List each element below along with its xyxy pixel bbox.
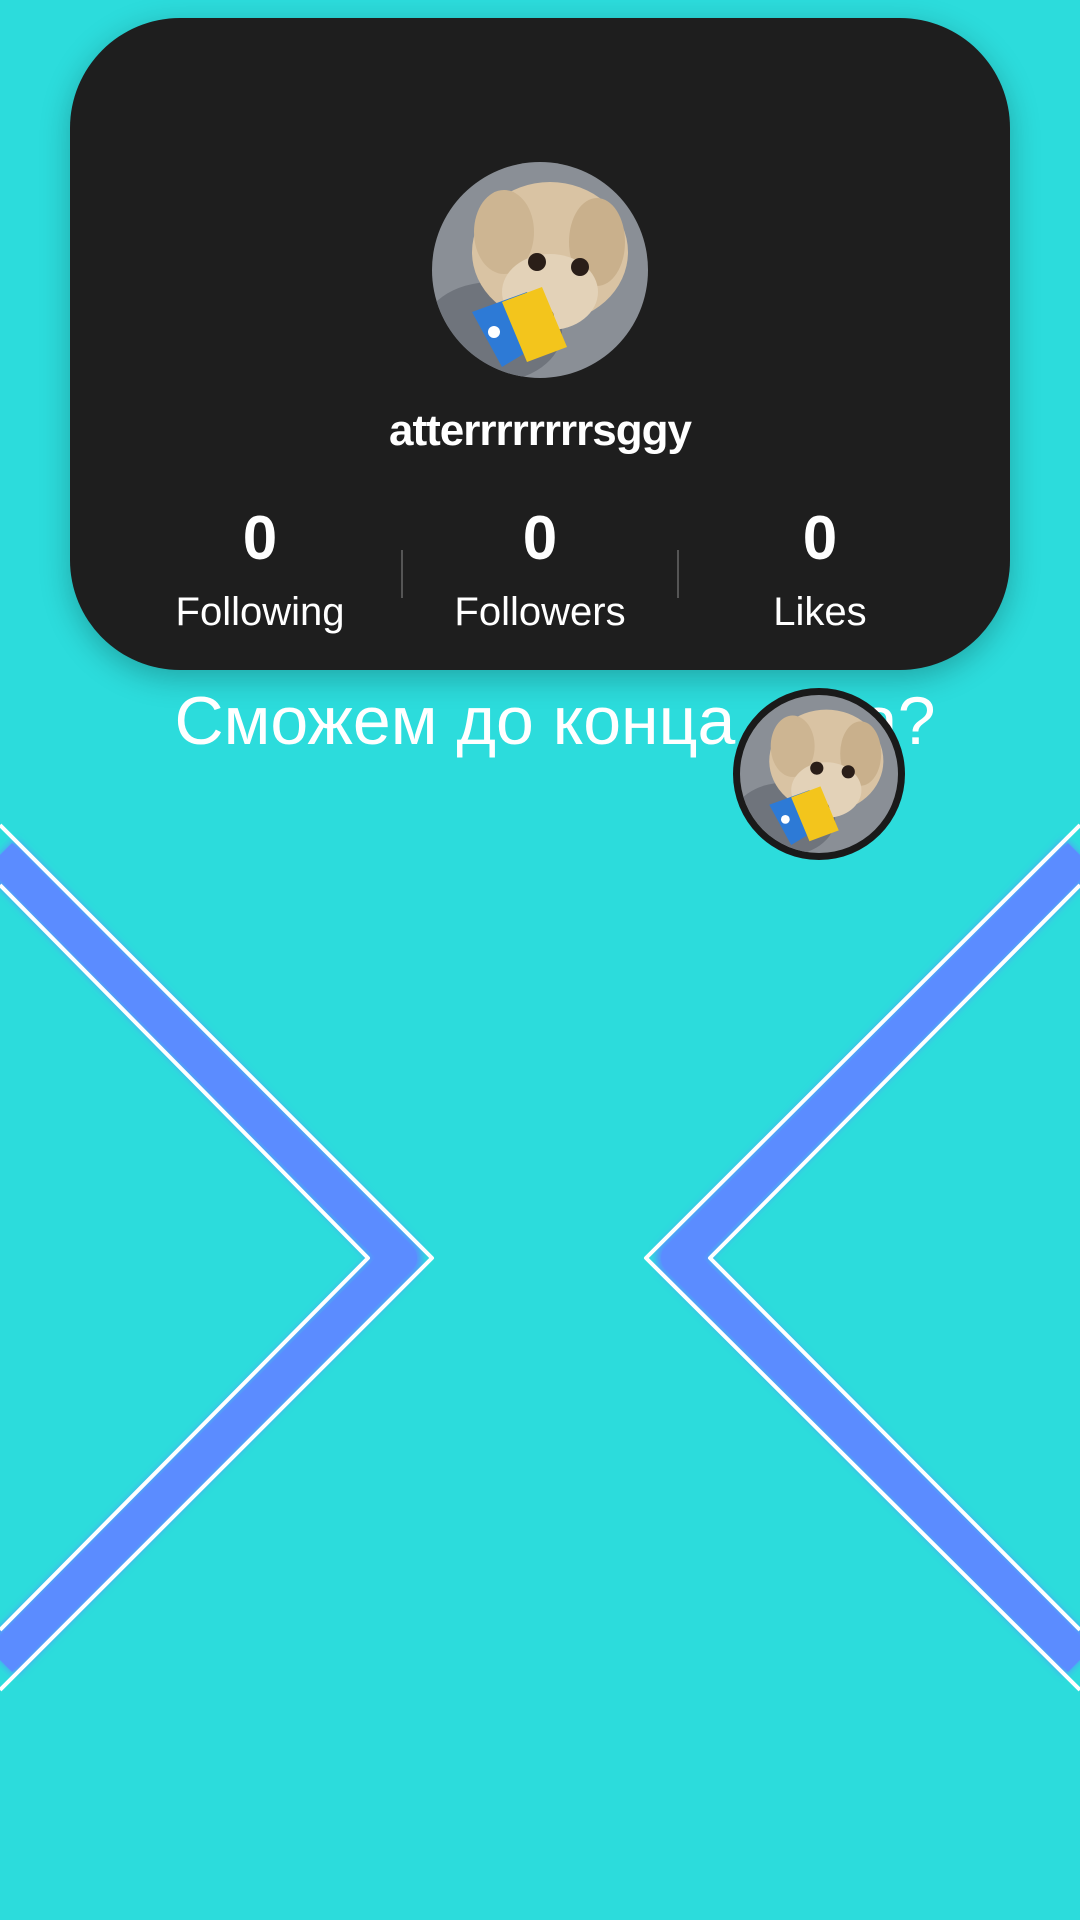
followers-count: 0 xyxy=(522,504,558,573)
likes-count: 0 xyxy=(802,504,838,573)
video-caption: Сможем до конца лета? xyxy=(174,683,936,759)
stat-following[interactable]: 0 Following xyxy=(140,480,380,635)
profile-avatar[interactable] xyxy=(432,162,648,378)
right-chevron-icon xyxy=(644,823,1080,1692)
left-chevron-icon xyxy=(0,823,434,1692)
stat-divider xyxy=(677,550,679,598)
dog-avatar-icon xyxy=(432,162,648,378)
likes-label: Likes xyxy=(773,590,867,634)
stat-followers[interactable]: 0 Followers xyxy=(420,480,660,635)
stat-divider xyxy=(401,550,403,598)
stat-likes[interactable]: 0 Likes xyxy=(700,480,940,635)
following-count: 0 xyxy=(242,504,278,573)
followers-label: Followers xyxy=(454,590,626,634)
profile-stats: 0 Following 0 Followers 0 Likes xyxy=(70,480,1010,640)
following-label: Following xyxy=(175,590,345,634)
chevron-decoration xyxy=(0,823,1080,1692)
profile-username: atterrrrrrrrsggy xyxy=(389,406,692,455)
profile-card: atterrrrrrrrsggy 0 Following 0 Followers… xyxy=(70,18,1010,670)
